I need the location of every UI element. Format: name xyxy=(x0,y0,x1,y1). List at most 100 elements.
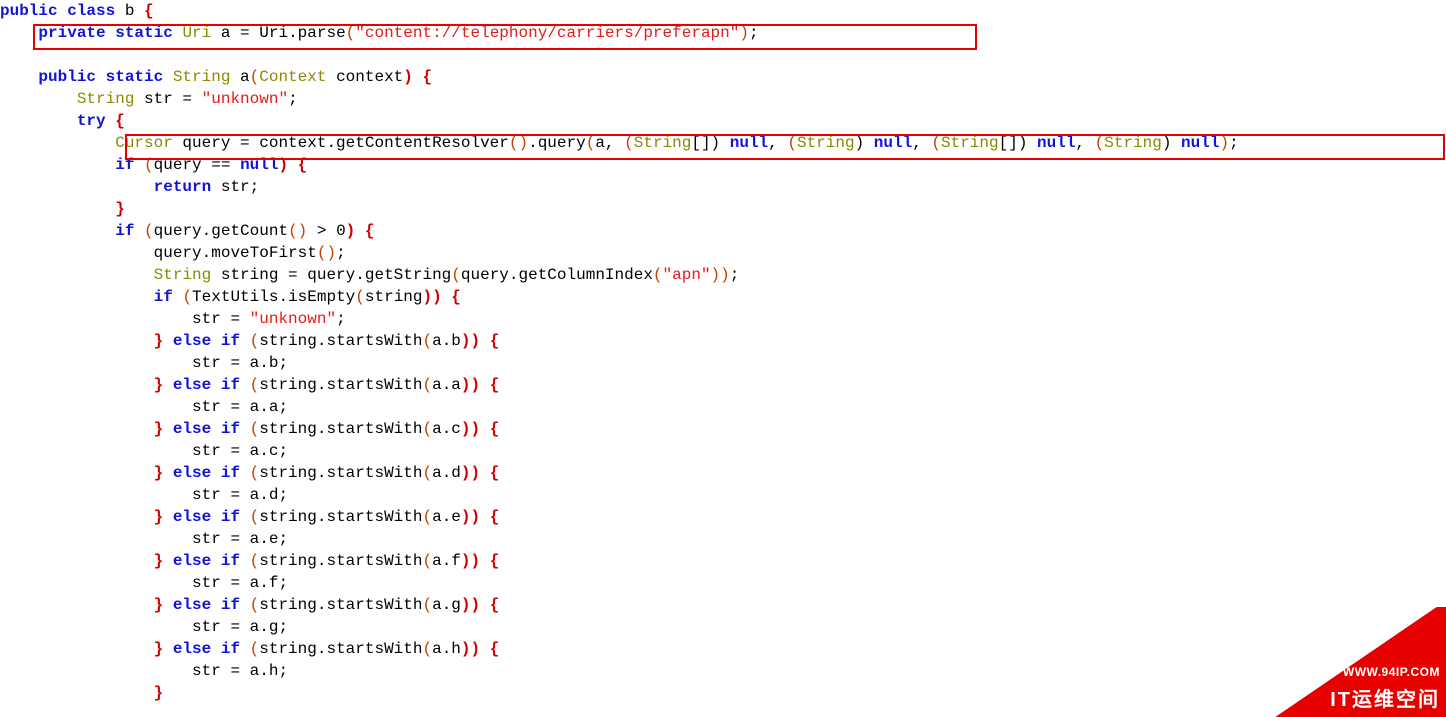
code-token: if xyxy=(115,156,144,174)
code-token: } xyxy=(154,684,164,702)
code-token: string.startsWith xyxy=(259,552,422,570)
code-token: ( xyxy=(250,596,260,614)
code-token xyxy=(0,640,154,658)
code-token: a.c xyxy=(432,420,461,438)
code-token: private static xyxy=(0,24,182,42)
code-token: str = xyxy=(134,90,201,108)
code-token: a, xyxy=(595,134,624,152)
code-token: ) { xyxy=(346,222,375,240)
code-token: } xyxy=(115,200,125,218)
code-token: )) { xyxy=(461,376,499,394)
code-token xyxy=(0,464,154,482)
code-token: string.startsWith xyxy=(259,332,422,350)
code-token: ; xyxy=(288,90,298,108)
code-token: String xyxy=(154,266,212,284)
code-token: a.h xyxy=(432,640,461,658)
code-token: ) xyxy=(1219,134,1229,152)
code-token: []) xyxy=(999,134,1037,152)
code-token: ( xyxy=(346,24,356,42)
code-token: ( xyxy=(250,376,260,394)
code-token: str = a.c; xyxy=(0,442,288,460)
code-token: a.d xyxy=(432,464,461,482)
code-token: else if xyxy=(173,376,250,394)
code-token: ( xyxy=(250,464,260,482)
code-token: ( xyxy=(653,266,663,284)
code-token: Uri xyxy=(182,24,211,42)
code-token: ; xyxy=(336,244,346,262)
code-token: )) { xyxy=(461,552,499,570)
code-token: "content://telephony/carriers/preferapn" xyxy=(355,24,739,42)
code-token xyxy=(0,508,154,526)
code-token: } xyxy=(154,552,173,570)
code-token xyxy=(0,156,115,174)
code-token: ( xyxy=(787,134,797,152)
code-token: string = query.getString xyxy=(211,266,451,284)
code-token: string.startsWith xyxy=(259,508,422,526)
code-token xyxy=(0,90,77,108)
code-token: ( xyxy=(422,332,432,350)
code-token: else if xyxy=(173,552,250,570)
code-token: else if xyxy=(173,640,250,658)
code-token: ; xyxy=(749,24,759,42)
code-token: query == xyxy=(154,156,240,174)
code-token: )) { xyxy=(461,464,499,482)
code-block: public class b { private static Uri a = … xyxy=(0,0,1446,704)
code-token: else if xyxy=(173,332,250,350)
code-token: str = a.b; xyxy=(0,354,288,372)
code-token: { xyxy=(115,112,125,130)
code-token: try xyxy=(77,112,115,130)
code-token: ( xyxy=(355,288,365,306)
code-token: () xyxy=(509,134,528,152)
code-token: ( xyxy=(586,134,596,152)
code-token: String xyxy=(77,90,135,108)
code-token xyxy=(0,200,115,218)
code-token: TextUtils.isEmpty xyxy=(192,288,355,306)
code-token: string.startsWith xyxy=(259,640,422,658)
code-token: ) xyxy=(739,24,749,42)
code-token xyxy=(0,178,154,196)
code-token: )) { xyxy=(461,420,499,438)
code-token: ( xyxy=(250,420,260,438)
code-token: public class xyxy=(0,2,125,20)
code-token: a.e xyxy=(432,508,461,526)
code-token: "unknown" xyxy=(250,310,336,328)
code-token xyxy=(0,112,77,130)
code-token: )) xyxy=(711,266,730,284)
code-token: ( xyxy=(624,134,634,152)
code-token: } xyxy=(154,508,173,526)
code-token: ( xyxy=(144,156,154,174)
code-token: ( xyxy=(182,288,192,306)
code-token: ) xyxy=(855,134,874,152)
code-token: str; xyxy=(221,178,259,196)
code-token: public static xyxy=(0,68,173,86)
code-token xyxy=(0,288,154,306)
code-token xyxy=(0,134,115,152)
code-token: string.startsWith xyxy=(259,420,422,438)
code-token: a.a xyxy=(432,376,461,394)
code-token: ( xyxy=(422,464,432,482)
code-token: ; xyxy=(730,266,740,284)
code-token: string xyxy=(365,288,423,306)
code-token: { xyxy=(144,2,154,20)
code-token xyxy=(0,376,154,394)
code-token xyxy=(0,552,154,570)
code-token: null xyxy=(730,134,768,152)
code-token xyxy=(0,222,115,240)
code-token: } xyxy=(154,464,173,482)
code-token: String xyxy=(941,134,999,152)
code-token: string.startsWith xyxy=(259,596,422,614)
code-token: Context xyxy=(259,68,326,86)
code-token xyxy=(0,266,154,284)
code-token: null xyxy=(240,156,278,174)
code-token: a.g xyxy=(432,596,461,614)
code-token xyxy=(0,596,154,614)
code-token: } xyxy=(154,420,173,438)
code-token: ( xyxy=(422,508,432,526)
code-token: )) { xyxy=(461,596,499,614)
code-token: null xyxy=(874,134,912,152)
code-token: a xyxy=(230,68,249,86)
code-token: ( xyxy=(422,552,432,570)
code-token: ; xyxy=(336,310,346,328)
code-token xyxy=(0,684,154,702)
code-token xyxy=(0,332,154,350)
